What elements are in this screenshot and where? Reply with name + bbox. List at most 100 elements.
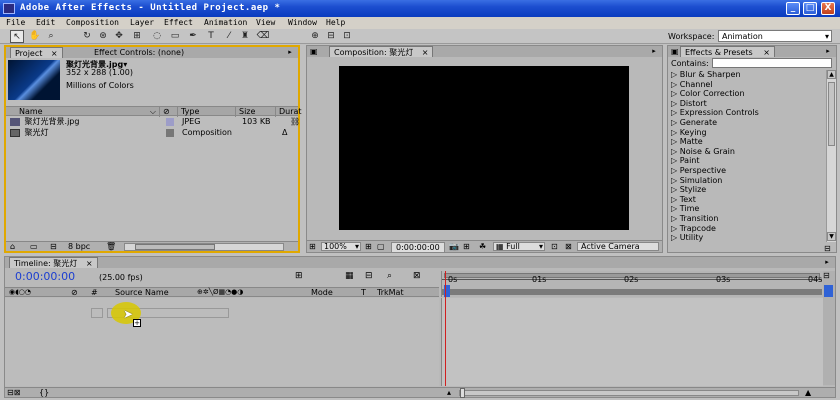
expand-arrow-icon[interactable]: ▷	[671, 185, 680, 194]
expand-arrow-icon[interactable]: ▷	[671, 166, 680, 175]
effect-category-item[interactable]: ▷ Matte	[671, 137, 703, 147]
shy-icon[interactable]: ⊟	[365, 271, 373, 281]
expand-arrow-icon[interactable]: ▷	[671, 204, 680, 213]
transparency-grid-icon[interactable]: ⊠	[565, 242, 572, 251]
menu-effect[interactable]: Effect	[164, 18, 193, 27]
timeline-timecode[interactable]: 0:00:00:00	[15, 270, 75, 283]
av-features-icon[interactable]: ◉◖○◔	[9, 288, 31, 296]
expand-arrow-icon[interactable]: ▷	[671, 214, 680, 223]
new-comp-icon[interactable]: ⊟	[50, 242, 57, 251]
expand-arrow-icon[interactable]: ▷	[671, 176, 680, 185]
work-area-end-icon[interactable]	[824, 285, 833, 297]
zoom-slider-handle[interactable]	[460, 388, 465, 398]
workspace-select[interactable]: Animation ▾	[718, 30, 832, 42]
orbit-camera-icon[interactable]: ⊛	[96, 30, 110, 43]
label-color-swatch[interactable]	[166, 118, 174, 126]
effects-search-input[interactable]	[712, 58, 832, 68]
tab-timeline[interactable]: Timeline: 聚光灯 ×	[9, 257, 98, 268]
show-snapshot-icon[interactable]: ⊞	[463, 242, 470, 251]
graph-editor-icon[interactable]: ⊠	[413, 271, 421, 281]
col-trkmat[interactable]: TrkMat	[377, 288, 404, 297]
col-name[interactable]: Name ⌵	[16, 107, 160, 117]
expand-arrow-icon[interactable]: ▷	[671, 80, 680, 89]
lock-icon[interactable]: ▣	[310, 47, 318, 56]
composition-viewer[interactable]	[339, 66, 629, 230]
tab-effect-controls[interactable]: Effect Controls: (none)	[90, 47, 188, 58]
menu-composition[interactable]: Composition	[66, 18, 119, 27]
comp-flowchart-icon[interactable]: ⊞	[295, 271, 303, 281]
mask-tool-icon[interactable]: ▭	[168, 30, 182, 43]
track-area[interactable]	[441, 271, 823, 386]
expand-arrow-icon[interactable]: ▷	[671, 128, 680, 137]
effect-category-item[interactable]: ▷ Paint	[671, 156, 700, 166]
col-type[interactable]: Type	[178, 107, 236, 117]
expand-arrow-icon[interactable]: ▷	[671, 195, 680, 204]
expand-arrow-icon[interactable]: ▷	[671, 224, 680, 233]
close-button[interactable]: X	[821, 2, 835, 15]
tab-effects-presets[interactable]: Effects & Presets ×	[680, 46, 775, 57]
time-ruler[interactable]: 0s 01s 02s 03s 04s	[441, 271, 823, 297]
track-xy-icon[interactable]: ✥	[112, 30, 126, 43]
toggle-switches-icon[interactable]: ⊟⊠	[7, 388, 20, 397]
interpret-footage-icon[interactable]: ⌂	[10, 242, 15, 251]
label-color-swatch[interactable]	[166, 129, 174, 137]
expand-arrow-icon[interactable]: ▷	[671, 118, 680, 127]
menu-file[interactable]: File	[6, 18, 25, 27]
expand-arrow-icon[interactable]: ▷	[671, 70, 680, 79]
view-axis-icon[interactable]: ⊡	[340, 30, 354, 43]
zoom-select[interactable]: 100% ▾	[321, 242, 361, 251]
new-preset-icon[interactable]: ⊟	[824, 244, 831, 253]
menu-edit[interactable]: Edit	[36, 18, 55, 27]
always-preview-icon[interactable]: ⊞	[309, 242, 316, 251]
type-tool-icon[interactable]: T	[204, 30, 218, 43]
effect-category-item[interactable]: ▷ Noise & Grain	[671, 147, 735, 157]
tab-composition[interactable]: Composition: 聚光灯 ×	[329, 46, 434, 57]
expand-arrow-icon[interactable]: ▷	[671, 108, 680, 117]
expand-arrow-icon[interactable]: ▷	[671, 233, 680, 242]
effect-category-item[interactable]: ▷ Time	[671, 204, 699, 214]
effect-category-item[interactable]: ▷ Simulation	[671, 176, 722, 186]
col-t[interactable]: T	[361, 288, 366, 297]
brush-tool-icon[interactable]: ⁄	[222, 30, 236, 43]
col-hash[interactable]: #	[91, 288, 98, 297]
effect-category-item[interactable]: ▷ Perspective	[671, 166, 726, 176]
effect-category-item[interactable]: ▷ Expression Controls	[671, 108, 759, 118]
rotate-tool-icon[interactable]: ↻	[80, 30, 94, 43]
menu-layer[interactable]: Layer	[130, 18, 154, 27]
close-icon[interactable]: ×	[51, 49, 58, 58]
menu-window[interactable]: Window	[288, 18, 317, 27]
close-icon[interactable]: ×	[763, 48, 770, 57]
color-channel-icon[interactable]: ☘	[479, 242, 486, 251]
zoom-in-icon[interactable]: ▲	[805, 388, 811, 397]
expand-arrow-icon[interactable]: ▷	[671, 89, 680, 98]
selection-tool-icon[interactable]: ↖	[10, 30, 24, 43]
col-duration[interactable]: Durat	[276, 107, 302, 117]
scroll-down-icon[interactable]: ▼	[827, 232, 836, 241]
expand-arrow-icon[interactable]: ▷	[671, 156, 680, 165]
expand-collapse-icon[interactable]: {}	[39, 388, 49, 397]
vertical-scrollbar[interactable]: ▲ ▼	[826, 70, 836, 242]
expand-arrow-icon[interactable]: ▷	[671, 99, 680, 108]
switches-icon[interactable]: ⊕✲╲Ø▦◔●◑	[197, 288, 243, 296]
zoom-slider[interactable]	[459, 388, 799, 398]
time-navigator[interactable]	[442, 289, 822, 295]
effect-category-item[interactable]: ▷ Color Correction	[671, 89, 745, 99]
zoom-out-icon[interactable]: ▴	[447, 388, 451, 397]
close-icon[interactable]: ×	[86, 259, 93, 268]
panel-menu-icon[interactable]: ▸	[285, 48, 295, 57]
frame-blending-icon[interactable]: ⌕	[387, 271, 392, 281]
scroll-thumb[interactable]	[135, 244, 215, 250]
menu-help[interactable]: Help	[326, 18, 345, 27]
eraser-tool-icon[interactable]: ⌫	[256, 30, 270, 43]
region-of-interest-icon[interactable]: ⊡	[551, 242, 558, 251]
effect-category-item[interactable]: ▷ Channel	[671, 80, 713, 90]
effect-category-item[interactable]: ▷ Distort	[671, 99, 707, 109]
scroll-thumb[interactable]	[828, 82, 835, 146]
world-axis-icon[interactable]: ⊟	[324, 30, 338, 43]
expand-arrow-icon[interactable]: ▷	[671, 137, 680, 146]
horizontal-scrollbar[interactable]	[124, 243, 284, 251]
lock-icon[interactable]: ▣	[671, 47, 679, 56]
effect-category-item[interactable]: ▷ Blur & Sharpen	[671, 70, 741, 80]
effect-category-item[interactable]: ▷ Utility	[671, 233, 703, 243]
mask-view-icon[interactable]: ▢	[377, 242, 385, 251]
